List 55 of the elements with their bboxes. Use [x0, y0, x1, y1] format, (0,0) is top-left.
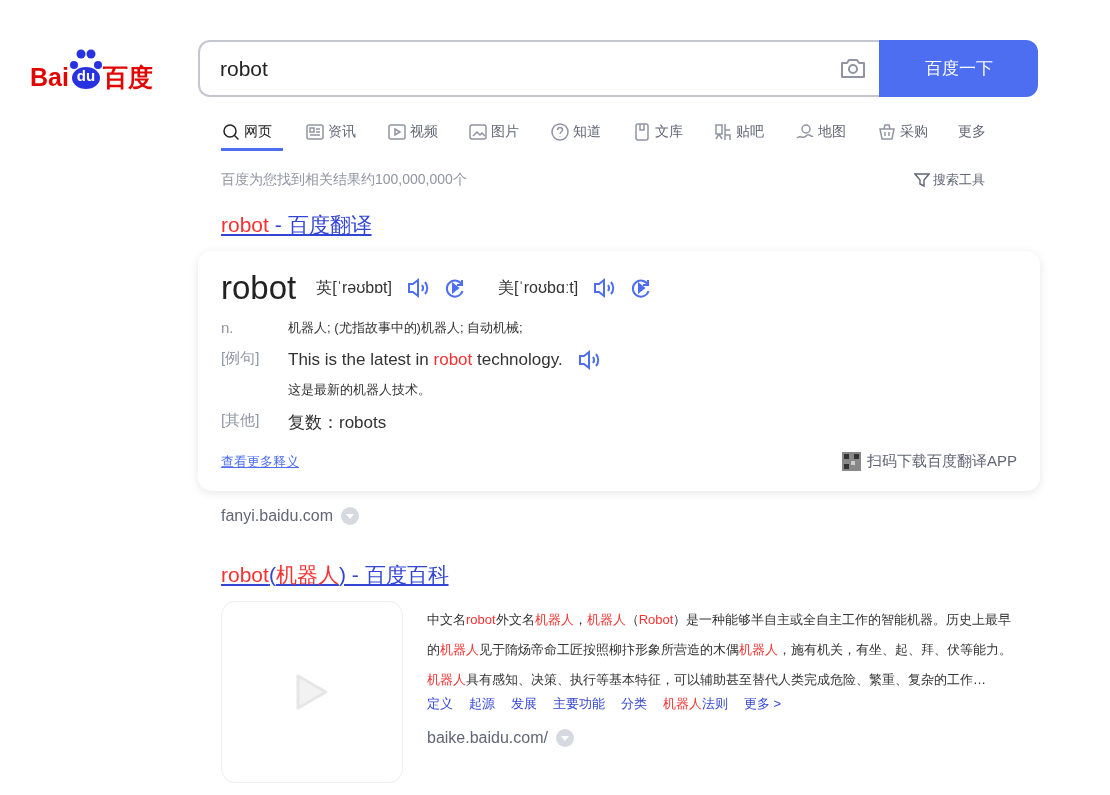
tab[interactable]: 视频: [386, 117, 469, 151]
play-icon: [386, 121, 407, 142]
more-link[interactable]: 查看更多释义: [221, 452, 299, 471]
pronunciation: 美[ˈroʊbɑːt]: [498, 277, 579, 298]
result-title[interactable]: robot(机器人) - 百度百科: [221, 561, 449, 589]
search-icon: [221, 121, 241, 142]
tab[interactable]: 图片: [468, 117, 550, 151]
definition-label: n.: [221, 319, 235, 337]
section-link[interactable]: 定义: [427, 695, 453, 713]
section-link[interactable]: 主要功能: [553, 695, 605, 713]
image-icon: [468, 121, 489, 142]
question-icon: [550, 121, 570, 142]
tab[interactable]: 更多: [958, 117, 1041, 151]
section-link[interactable]: 起源: [469, 695, 495, 713]
play-icon: [294, 672, 330, 712]
section-link[interactable]: 机器人法则: [663, 695, 728, 713]
definition-text: This is the latest in robot technology.: [288, 350, 563, 370]
definition-label: [其他]: [221, 411, 261, 430]
tab[interactable]: 资讯: [305, 117, 387, 151]
section-link[interactable]: 分类: [621, 695, 647, 713]
tab[interactable]: 文库: [631, 117, 714, 151]
speaker-icon[interactable]: [592, 277, 617, 299]
basket-icon: [876, 121, 897, 142]
tab[interactable]: 知道: [550, 117, 632, 151]
headword: robot: [221, 269, 297, 307]
pronunciation: 英[ˈrəʊbɒt]: [316, 277, 392, 298]
search-tools-button[interactable]: 搜索工具: [914, 171, 985, 189]
search-button[interactable]: 百度一下: [879, 40, 1038, 97]
tab[interactable]: 贴吧: [713, 117, 796, 151]
logo[interactable]: Bai du 百度: [30, 47, 176, 90]
tab[interactable]: 采购: [876, 117, 959, 151]
replay-icon[interactable]: [444, 277, 466, 299]
definition-text: 复数：robots: [288, 412, 387, 434]
app-promo-text: 扫码下载百度翻译APP: [867, 452, 1017, 471]
definition-text: 机器人; (尤指故事中的)机器人; 自动机械;: [288, 319, 523, 337]
speaker-icon[interactable]: [576, 349, 601, 371]
filter-icon: [914, 172, 930, 188]
result-url: fanyi.baidu.com: [221, 507, 334, 525]
result-title[interactable]: robot - 百度翻译: [221, 211, 372, 239]
result-description: 中文名 robot外文名机器人，机器人（Robot）是一种能够半自主或全自主工作的智能机器。历史上最早的机器人见于隋炀帝命工匠按照柳抃形象所营造的木偶机器人，施有机关，有坐、起、拜、伏等能力。 机器人具有感知、决策、执行等基本特征，可以辅助甚至替代人类完成危险、繁重、复杂的工作…: [427, 611, 1013, 689]
translation-text: 这是最新的机器人技术。: [288, 381, 432, 399]
section-link[interactable]: 发展: [511, 695, 537, 713]
tab[interactable]: 网页: [221, 117, 283, 151]
definition-label: [例句]: [221, 349, 261, 368]
newspaper-icon: [305, 121, 325, 142]
qr-code-icon: [842, 452, 861, 471]
video-thumbnail[interactable]: [221, 601, 403, 783]
result-url: baike.baidu.com/: [427, 729, 548, 747]
result-count: 百度为您找到相关结果约100,000,000个: [221, 171, 467, 189]
search-field[interactable]: robot: [198, 40, 879, 97]
paste-icon: [713, 121, 734, 142]
camera-icon[interactable]: [839, 56, 867, 80]
section-link[interactable]: 更多 >: [744, 695, 782, 713]
tab[interactable]: 地图: [795, 117, 877, 151]
speaker-icon[interactable]: [406, 277, 430, 299]
